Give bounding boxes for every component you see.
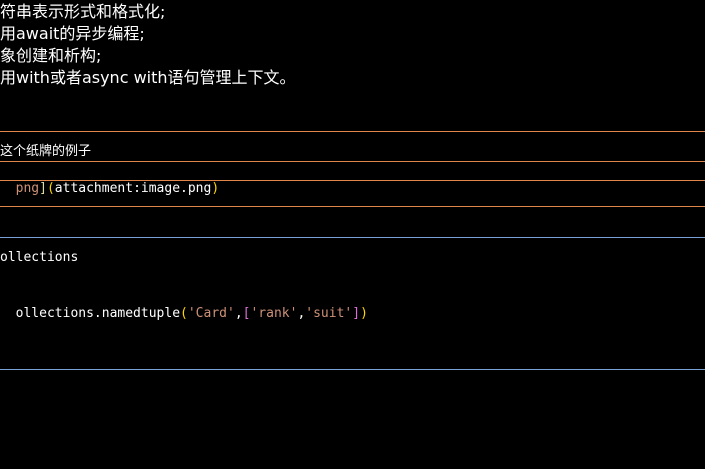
code-string-card: 'Card' <box>187 306 235 321</box>
markdown-cell-top-border <box>0 131 705 132</box>
link-close-paren: ) <box>211 181 220 196</box>
link-url[interactable]: attachment:image.png <box>55 181 212 196</box>
link-text-tail: png <box>15 181 40 196</box>
code-cell-bottom-border <box>0 369 705 370</box>
code-comma-1: , <box>234 306 243 321</box>
code-string-rank: 'rank' <box>250 306 298 321</box>
code-line-2[interactable]: ollections.namedtuple('Card',['rank','su… <box>0 287 368 323</box>
code-close-paren: ) <box>360 306 368 321</box>
markdown-line-4: 用with或者async with语句管理上下文。 <box>0 68 296 87</box>
code-string-suit: 'suit' <box>305 306 353 321</box>
markdown-line-2: 用await的异步编程; <box>0 24 145 43</box>
code-cell-top-border <box>0 237 705 238</box>
link-open-paren: ( <box>46 181 55 196</box>
link-close-bracket: ] <box>39 181 47 196</box>
code-call-prefix: ollections.namedtuple <box>15 306 181 321</box>
code-line-1[interactable]: ollections <box>0 249 78 267</box>
markdown-caption: 这个纸牌的例子 <box>0 144 92 159</box>
markdown-line-1: 符串表示形式和格式化; <box>0 2 166 21</box>
code-close-bracket: ] <box>352 306 361 321</box>
active-line-bottom-border <box>0 180 705 181</box>
markdown-line-3: 象创建和析构; <box>0 46 102 65</box>
markdown-cell-bottom-border <box>0 206 705 207</box>
code-open-paren: ( <box>180 306 188 321</box>
